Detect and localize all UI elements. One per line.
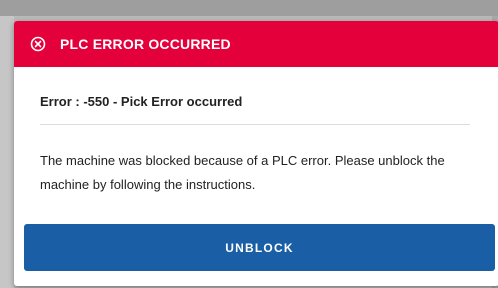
error-message: The machine was blocked because of a PLC…	[40, 153, 445, 192]
unblock-button[interactable]: UNBLOCK	[24, 224, 495, 271]
background-toolbar	[0, 0, 498, 16]
background-left-panel	[0, 16, 14, 288]
dialog-header: PLC ERROR OCCURRED	[14, 21, 498, 67]
plc-error-dialog: PLC ERROR OCCURRED Error : -550 - Pick E…	[14, 21, 498, 286]
dialog-title: PLC ERROR OCCURRED	[60, 36, 231, 52]
divider	[40, 124, 470, 125]
error-code-text: Error : -550 - Pick Error occurred	[40, 94, 243, 109]
circle-x-icon	[30, 36, 46, 52]
